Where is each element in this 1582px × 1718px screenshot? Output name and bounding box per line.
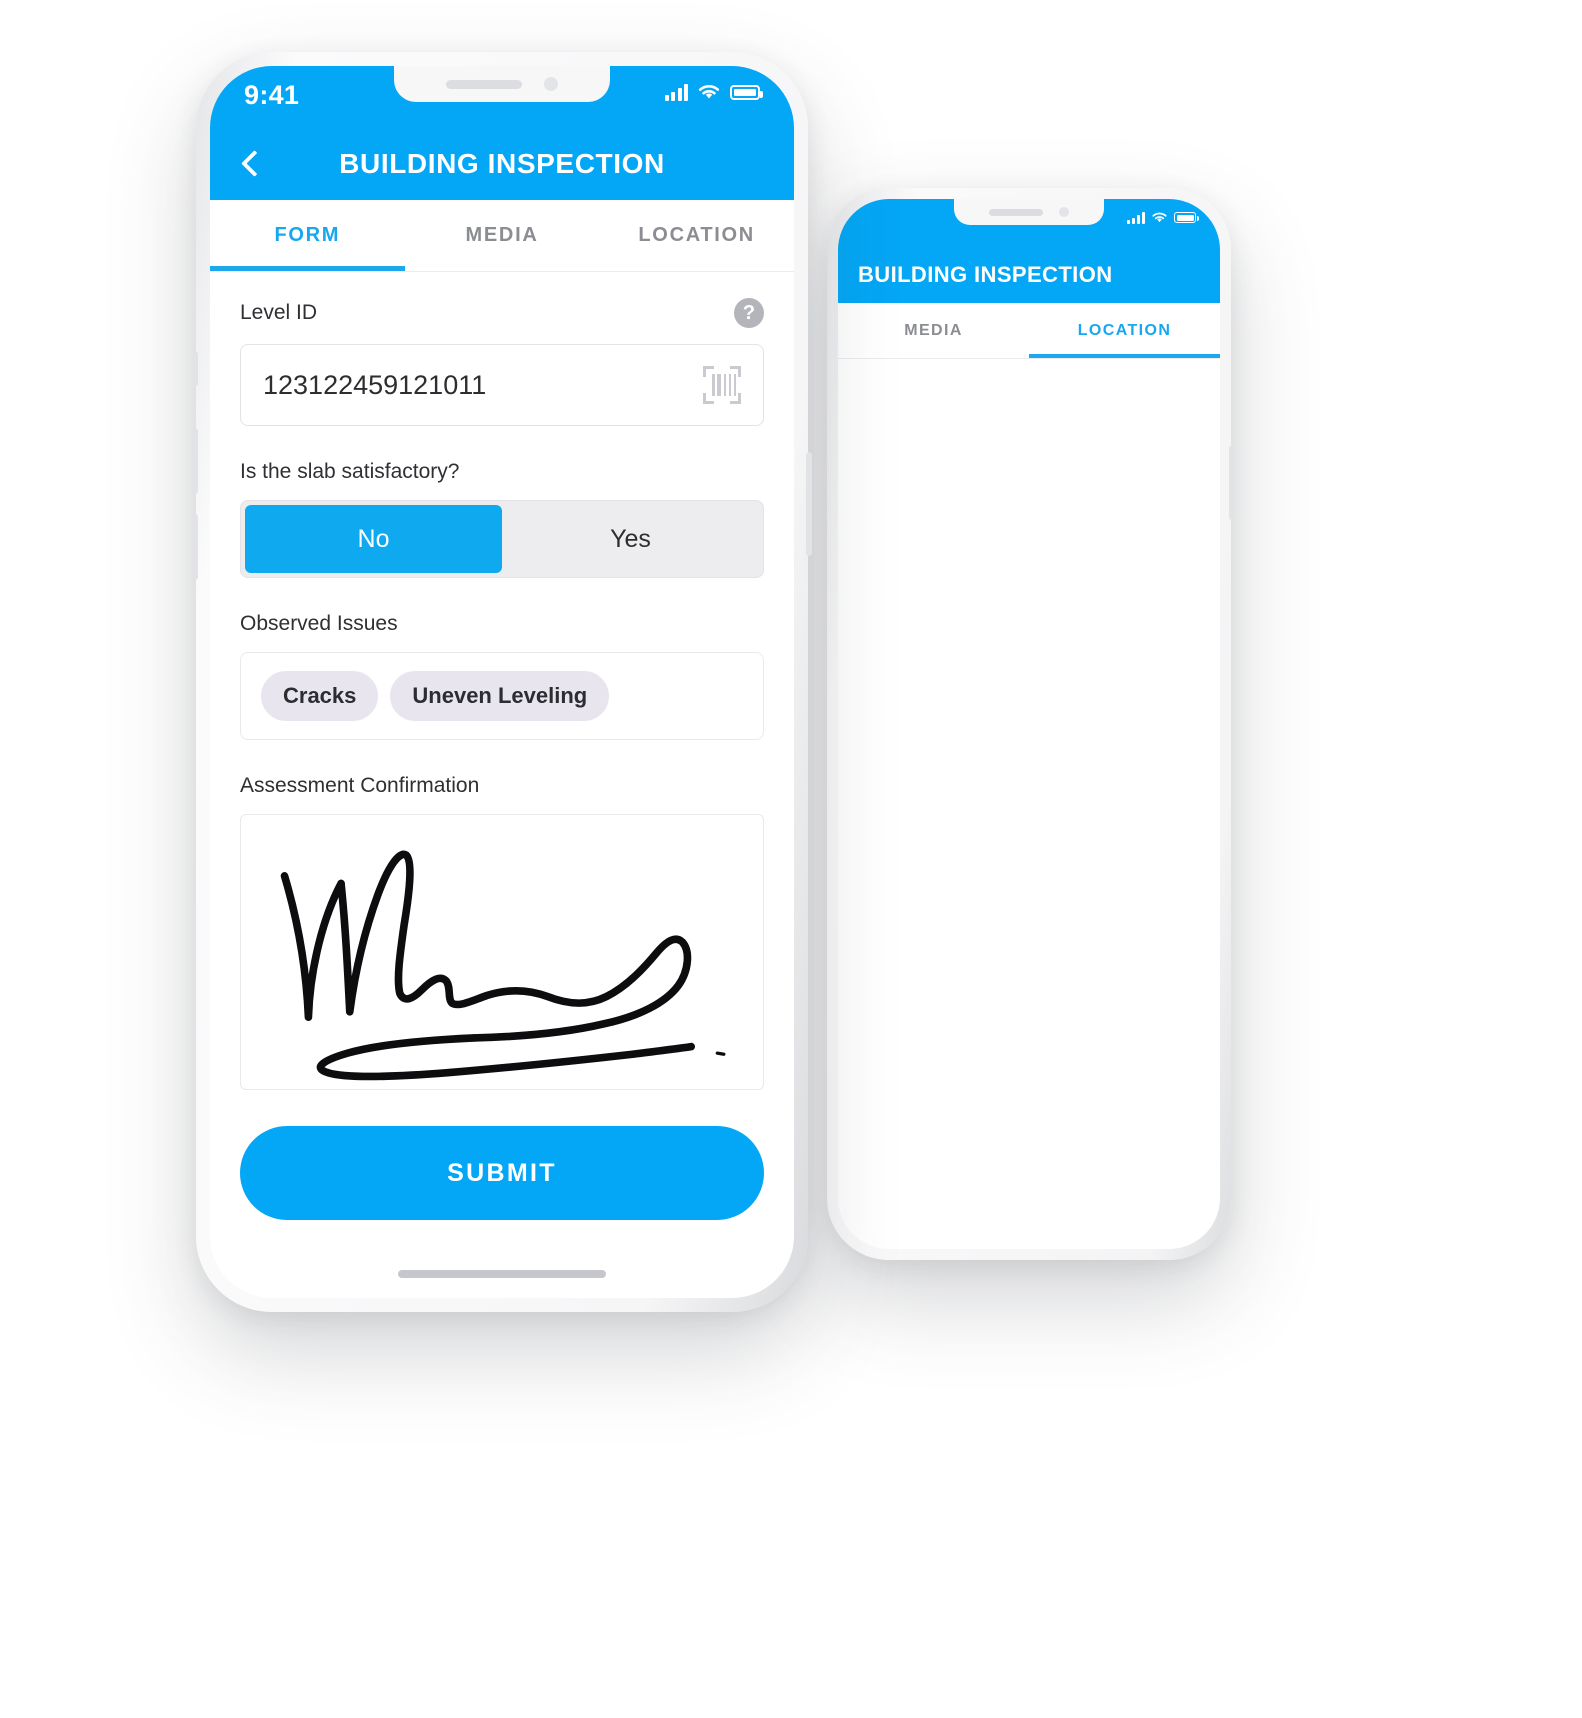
wifi-icon [1152,212,1167,223]
mute-switch[interactable] [193,352,198,386]
level-id-value: 123122459121011 [263,369,487,400]
page-title: BUILDING INSPECTION [339,148,665,179]
issue-chip-cracks[interactable]: Cracks [261,671,379,721]
observed-issues-label: Observed Issues [240,612,398,635]
signature-pad[interactable] [240,814,764,1090]
earpiece-speaker [989,208,1043,216]
phone-screen-form: 9:41 BUILDING INSPECTION FORM MEDIA LOCA… [210,66,794,1298]
tab-media[interactable]: MEDIA [405,200,600,271]
question-mark-circle-icon[interactable]: ? [734,298,764,328]
phone-device-location: BUILDING INSPECTION MEDIA LOCATION [827,188,1234,1260]
assessment-confirmation-label: Assessment Confirmation [240,774,480,797]
slab-option-no[interactable]: No [245,505,502,573]
tab-location[interactable]: LOCATION [599,200,794,271]
slab-option-yes[interactable]: Yes [502,505,759,573]
phone-screen-location: BUILDING INSPECTION MEDIA LOCATION [838,199,1220,1249]
issue-chip-uneven-leveling[interactable]: Uneven Leveling [390,671,610,721]
signal-bars-icon [1127,211,1145,224]
battery-full-icon [1174,212,1199,223]
status-time: 9:41 [244,80,300,110]
status-bar-back [838,199,1220,247]
form-content: Level ID ? 123122459121011 Is the slab s… [210,272,794,1220]
power-button-front[interactable] [806,452,812,556]
battery-full-icon [730,84,763,100]
observed-issues-field[interactable]: Cracks Uneven Leveling [240,652,764,740]
wifi-icon [698,85,720,99]
tab-location[interactable]: LOCATION [1029,303,1220,358]
home-indicator-front [398,1270,606,1278]
tab-form[interactable]: FORM [210,200,405,271]
slab-satisfactory-toggle: No Yes [240,500,764,578]
page-title-back: BUILDING INSPECTION [858,262,1113,287]
app-bar-front: BUILDING INSPECTION [210,128,794,200]
chevron-left-icon[interactable] [238,151,264,177]
screenshot-stage: BUILDING INSPECTION MEDIA LOCATION 9:41 … [0,0,1582,1718]
signal-bars-icon [664,83,688,101]
submit-button-front[interactable]: SUBMIT [240,1126,764,1220]
device-notch-back [954,199,1104,225]
front-camera [544,77,558,91]
earpiece-speaker [446,79,522,89]
status-icons-front [664,80,763,101]
tab-media[interactable]: MEDIA [838,303,1029,358]
device-notch-front [394,66,610,102]
app-bar-back: BUILDING INSPECTION [838,247,1220,303]
phone-device-form: 9:41 BUILDING INSPECTION FORM MEDIA LOCA… [192,52,812,1312]
level-id-label: Level ID [240,301,318,324]
front-camera [1059,207,1069,217]
status-bar-front: 9:41 [210,66,794,128]
tab-bar-back: MEDIA LOCATION [838,303,1220,359]
power-button[interactable] [1229,446,1234,520]
signature-ink [280,850,726,1081]
status-icons-back [1127,208,1199,224]
slab-question-label: Is the slab satisfactory? [240,460,460,483]
volume-down-button[interactable] [192,514,198,580]
tab-bar-front: FORM MEDIA LOCATION [210,200,794,272]
barcode-scan-icon[interactable] [703,366,741,404]
volume-up-button[interactable] [192,428,198,494]
level-id-input[interactable]: 123122459121011 [240,344,764,426]
level-id-label-row: Level ID ? [240,298,764,328]
